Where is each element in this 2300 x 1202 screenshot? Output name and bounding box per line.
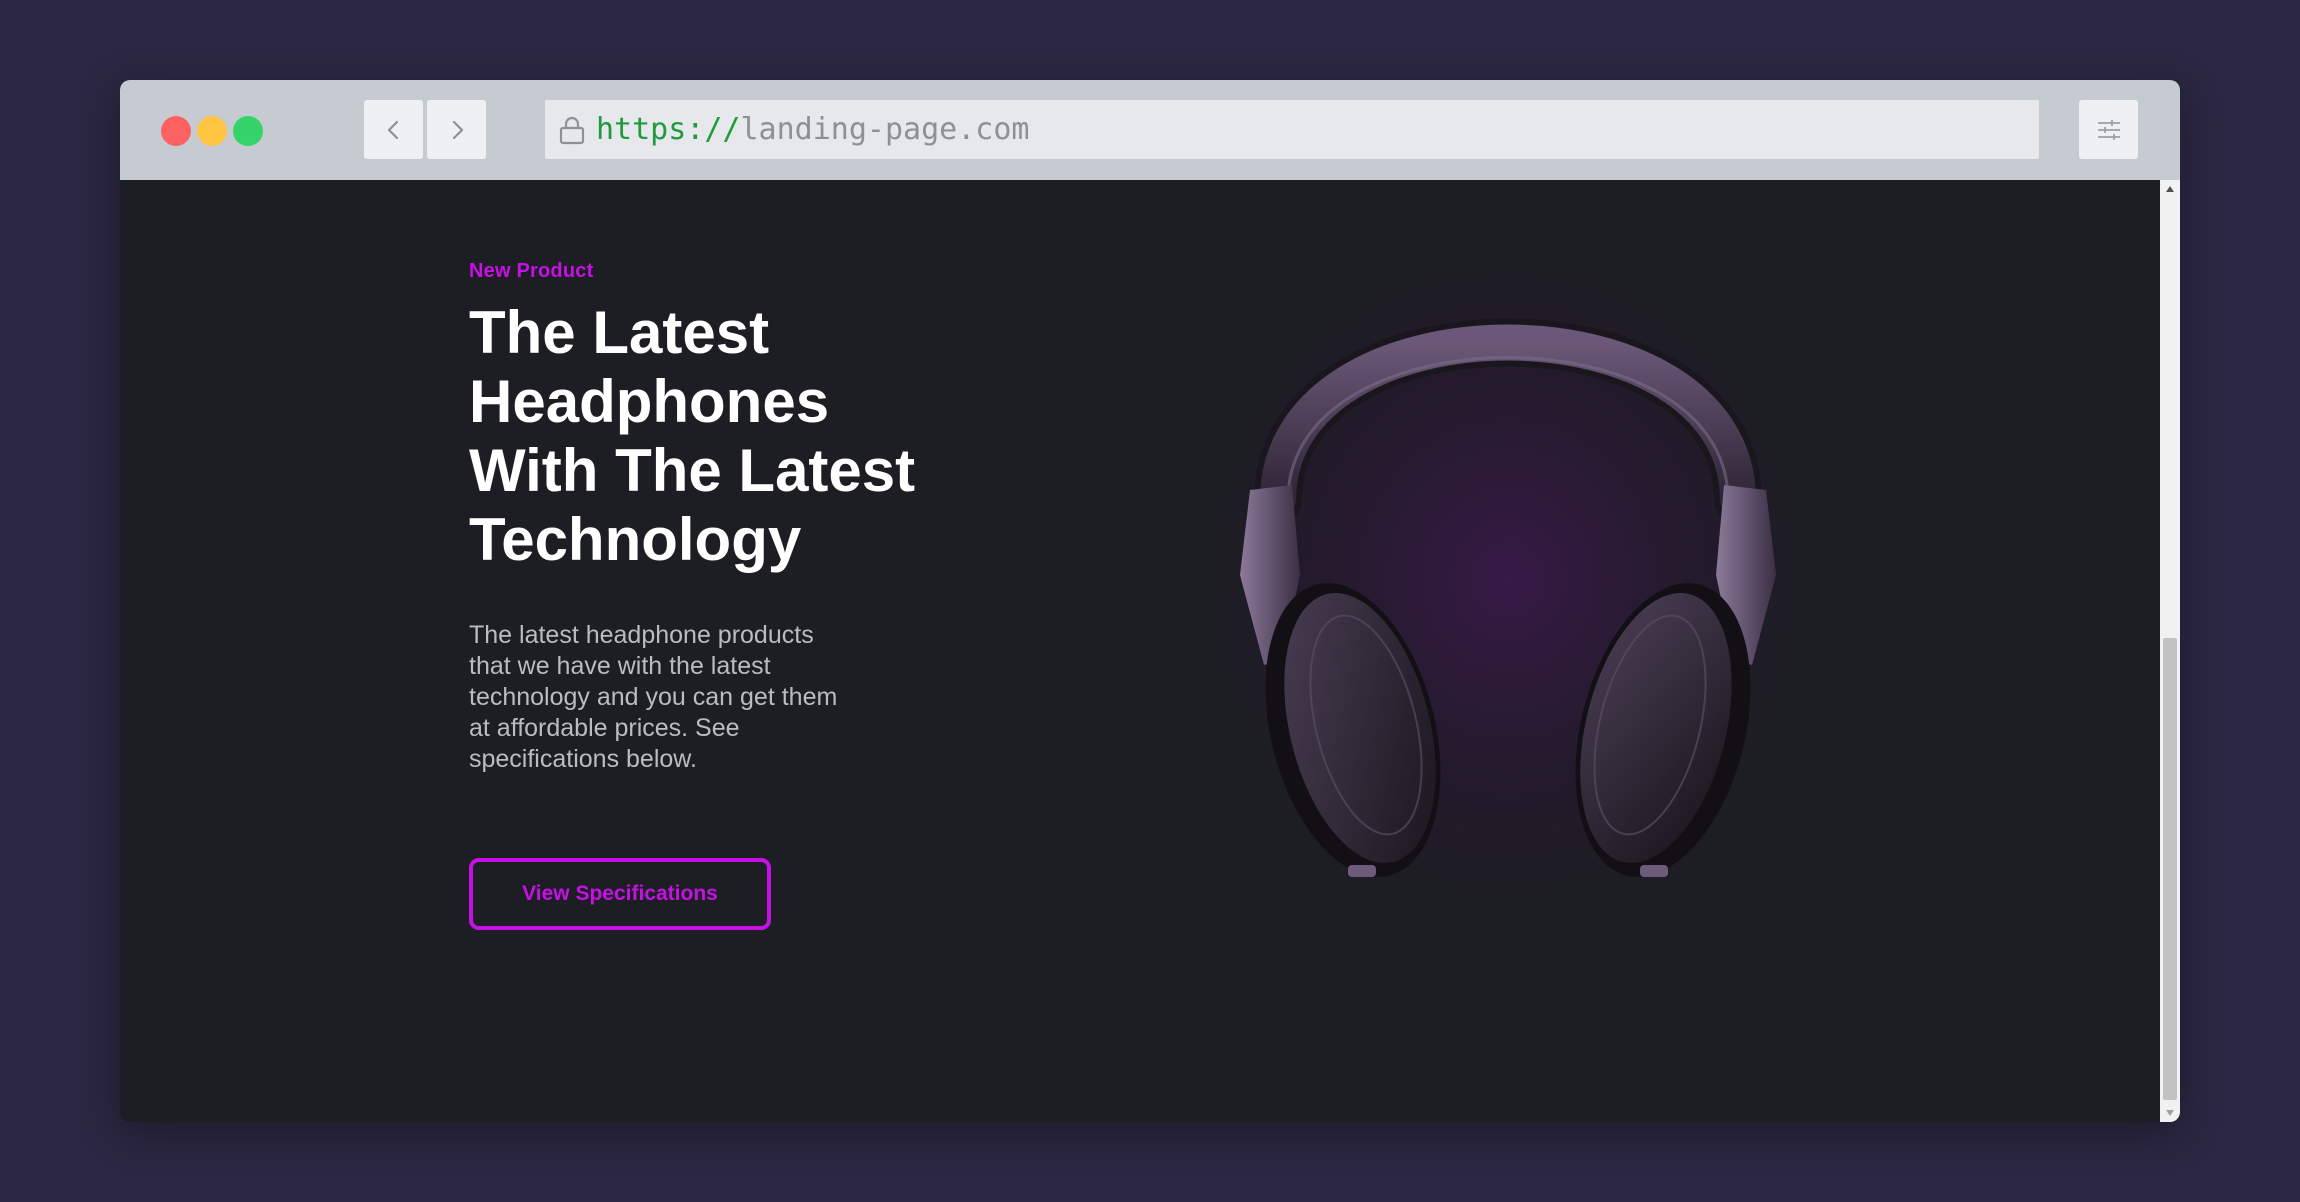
product-eyebrow: New Product [469, 260, 594, 282]
url-text: https://landing-page.com [596, 100, 1029, 159]
headline-line: Technology [469, 506, 802, 573]
headline-line: The Latest [469, 299, 770, 366]
back-button[interactable] [364, 100, 423, 159]
chevron-right-icon [452, 120, 463, 139]
chevron-left-icon [387, 120, 398, 139]
browser-window: https://landing-page.com New Product The… [120, 80, 2180, 1122]
forward-button[interactable] [427, 100, 486, 159]
url-host: landing-page.com [740, 112, 1030, 147]
url-protocol: https:// [596, 112, 741, 147]
headline-line: With The Latest [469, 437, 916, 504]
headline-line: Headphones [469, 368, 830, 435]
headphones-image [1188, 200, 1828, 890]
close-window-button[interactable] [161, 116, 191, 146]
maximize-window-button[interactable] [233, 116, 263, 146]
address-bar[interactable]: https://landing-page.com [545, 100, 2039, 159]
settings-button[interactable] [2079, 100, 2138, 159]
vertical-scrollbar[interactable] [2160, 180, 2180, 1122]
page-content: New Product The Latest Headphones With T… [120, 180, 2160, 1122]
browser-toolbar: https://landing-page.com [120, 80, 2180, 180]
hero-description: The latest headphone products that we ha… [469, 621, 838, 773]
hero-headline: The Latest Headphones With The Latest Te… [469, 298, 1029, 574]
scroll-up-arrow-icon[interactable] [2160, 180, 2180, 198]
minimize-window-button[interactable] [197, 116, 227, 146]
lock-icon [559, 116, 585, 145]
view-specifications-button[interactable]: View Specifications [469, 858, 771, 930]
scrollbar-thumb[interactable] [2163, 638, 2177, 1100]
scroll-down-arrow-icon[interactable] [2160, 1104, 2180, 1122]
sliders-icon [2097, 119, 2120, 140]
